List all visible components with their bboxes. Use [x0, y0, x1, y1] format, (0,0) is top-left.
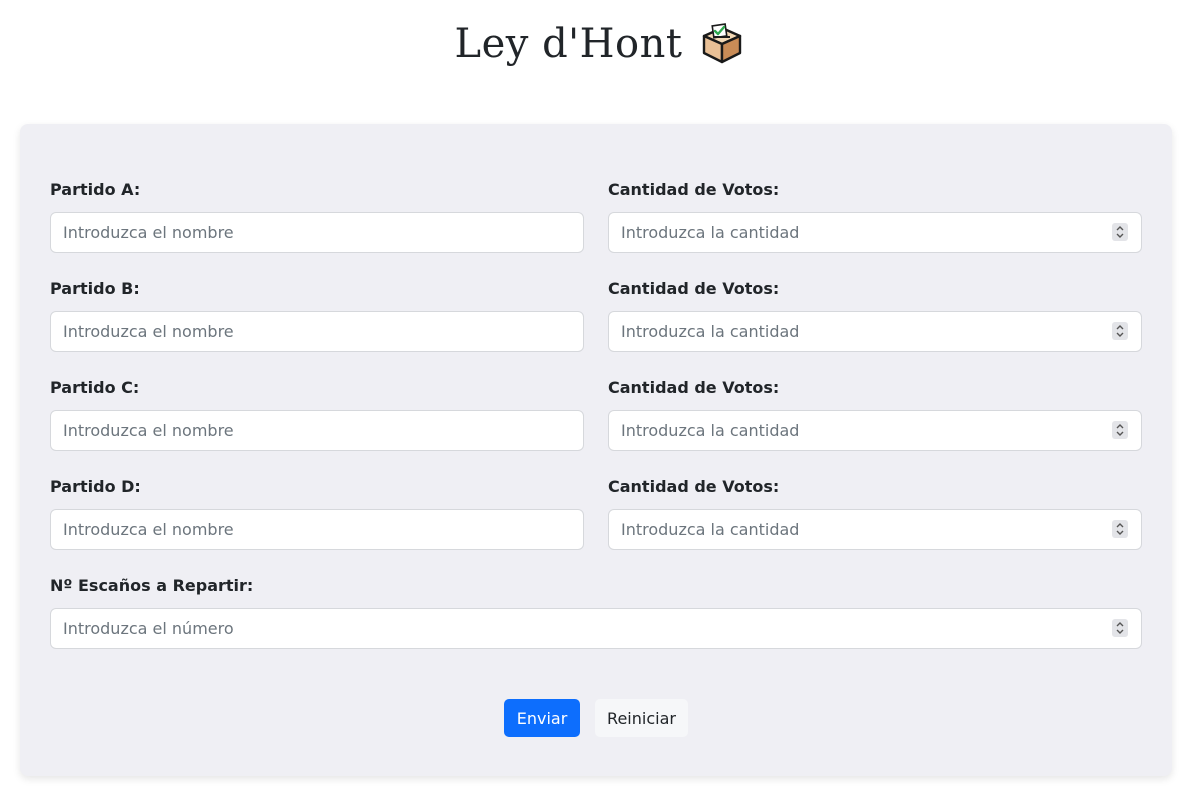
party-a-name-input[interactable] [50, 212, 584, 253]
page-title: Ley d'Hont [454, 21, 683, 67]
party-c-label: Partido C: [50, 378, 140, 397]
party-d-votes-stepper-icon[interactable] [1112, 520, 1128, 538]
party-c-votes-stepper-icon[interactable] [1112, 421, 1128, 439]
party-d-votes-label: Cantidad de Votos: [608, 477, 780, 496]
dhondt-form-card: Partido A: Cantidad de Votos: Partido B:… [20, 124, 1172, 776]
seats-input[interactable] [50, 608, 1142, 649]
party-b-votes-label: Cantidad de Votos: [608, 279, 780, 298]
party-c-votes-label: Cantidad de Votos: [608, 378, 780, 397]
party-b-name-input[interactable] [50, 311, 584, 352]
party-b-label: Partido B: [50, 279, 140, 298]
party-d-label: Partido D: [50, 477, 141, 496]
party-a-votes-label: Cantidad de Votos: [608, 180, 780, 199]
party-d-votes-input[interactable] [608, 509, 1142, 550]
party-c-votes-input[interactable] [608, 410, 1142, 451]
party-b-votes-stepper-icon[interactable] [1112, 322, 1128, 340]
page-header: Ley d'Hont [0, 14, 1199, 74]
party-b-votes-input[interactable] [608, 311, 1142, 352]
ballot-box-icon [700, 22, 744, 66]
seats-label: Nº Escaños a Repartir: [50, 576, 254, 595]
party-a-votes-input[interactable] [608, 212, 1142, 253]
party-a-label: Partido A: [50, 180, 141, 199]
reset-button[interactable]: Reiniciar [595, 699, 688, 737]
party-a-votes-stepper-icon[interactable] [1112, 223, 1128, 241]
party-d-name-input[interactable] [50, 509, 584, 550]
seats-stepper-icon[interactable] [1112, 619, 1128, 637]
party-c-name-input[interactable] [50, 410, 584, 451]
submit-button[interactable]: Enviar [504, 699, 580, 737]
